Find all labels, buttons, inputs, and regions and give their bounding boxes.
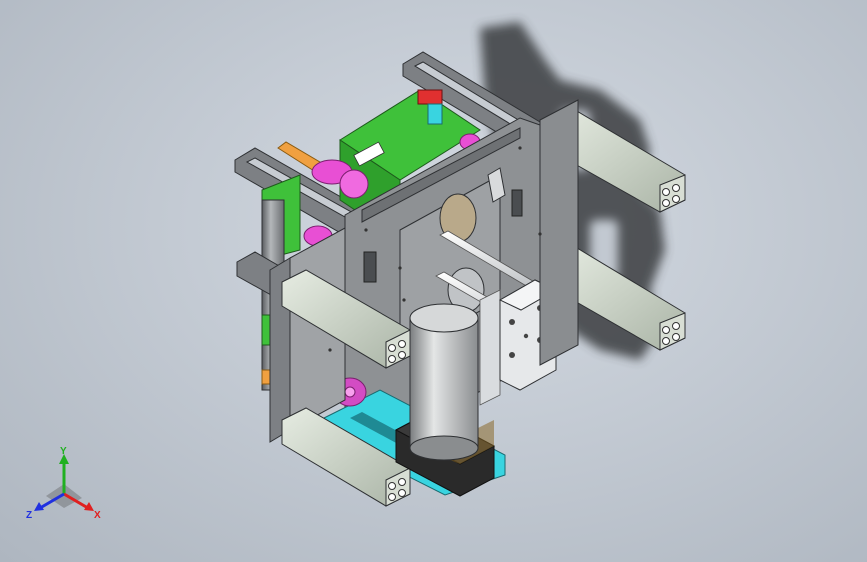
y-axis-label: Y (60, 446, 67, 457)
coordinate-triad: Y X Z (22, 446, 108, 526)
z-axis-label: Z (26, 510, 32, 521)
3d-model-assembly[interactable] (0, 0, 867, 562)
cylindrical-motor (409, 303, 479, 461)
right-side-plate (539, 99, 579, 366)
x-axis-label: X (94, 510, 101, 521)
coordinate-triad-icon: Y X Z (26, 446, 101, 521)
graphics-viewport[interactable]: Y X Z (0, 0, 867, 562)
